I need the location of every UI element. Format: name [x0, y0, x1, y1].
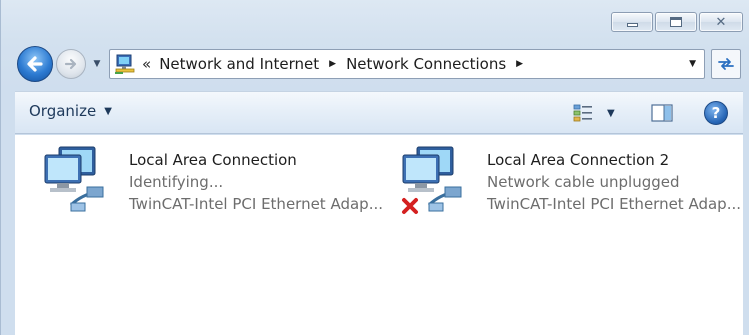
connection-item[interactable]: Local Area Connection Identifying... Twi… [41, 145, 383, 225]
maximize-icon [670, 17, 682, 27]
maximize-button[interactable] [655, 12, 697, 32]
minimize-icon [626, 23, 638, 27]
connection-status: Network cable unplugged [487, 173, 680, 191]
change-view-icon [573, 104, 592, 122]
network-adapter-icon [399, 145, 469, 217]
window-frame: ✕ ▼ « Network and Internet ▶ Network Con… [0, 0, 749, 335]
organize-button[interactable]: Organize ▼ [29, 102, 112, 120]
refresh-button[interactable] [711, 49, 741, 79]
preview-pane-icon [651, 104, 673, 122]
chevron-down-icon: ▼ [104, 105, 112, 117]
network-folder-icon [114, 53, 136, 75]
network-adapter-icon [41, 145, 111, 217]
address-overflow[interactable]: « [142, 56, 151, 72]
navigation-bar: ▼ « Network and Internet ▶ Network Conne… [15, 44, 743, 84]
minimize-button[interactable] [611, 12, 653, 32]
disconnected-x-icon [402, 198, 418, 214]
refresh-icon [718, 58, 734, 70]
breadcrumb-separator-icon[interactable]: ▶ [516, 59, 523, 69]
connection-adapter: TwinCAT-Intel PCI Ethernet Adap... [487, 195, 741, 213]
close-button[interactable]: ✕ [699, 12, 743, 32]
back-button[interactable] [17, 46, 53, 82]
breadcrumb-network-and-internet[interactable]: Network and Internet [159, 55, 319, 73]
back-arrow-icon [27, 56, 43, 72]
help-button[interactable]: ? [704, 101, 728, 125]
breadcrumb-separator-icon[interactable]: ▶ [329, 59, 336, 69]
change-view-button[interactable]: ▼ [573, 104, 615, 122]
connections-list: Local Area Connection Identifying... Twi… [15, 135, 743, 335]
preview-pane-button[interactable] [651, 104, 673, 122]
close-icon: ✕ [715, 14, 727, 30]
organize-label: Organize [29, 102, 97, 120]
help-icon: ? [711, 104, 721, 122]
connection-adapter: TwinCAT-Intel PCI Ethernet Adap... [129, 195, 383, 213]
breadcrumb-network-connections[interactable]: Network Connections [346, 55, 506, 73]
recent-pages-button[interactable]: ▼ [91, 56, 103, 72]
connection-status: Identifying... [129, 173, 224, 191]
address-bar[interactable]: « Network and Internet ▶ Network Connect… [109, 49, 705, 79]
connection-name: Local Area Connection 2 [487, 151, 670, 169]
chevron-down-icon: ▼ [93, 59, 101, 69]
command-bar: Organize ▼ ▼ ? [15, 91, 743, 134]
address-history-dropdown[interactable]: ▼ [689, 59, 696, 69]
forward-arrow-icon [64, 58, 77, 70]
connection-name: Local Area Connection [129, 151, 297, 169]
chevron-down-icon[interactable]: ▼ [607, 108, 615, 119]
window-controls: ✕ [611, 12, 743, 32]
connection-item[interactable]: Local Area Connection 2 Network cable un… [399, 145, 744, 225]
forward-button[interactable] [56, 49, 86, 79]
